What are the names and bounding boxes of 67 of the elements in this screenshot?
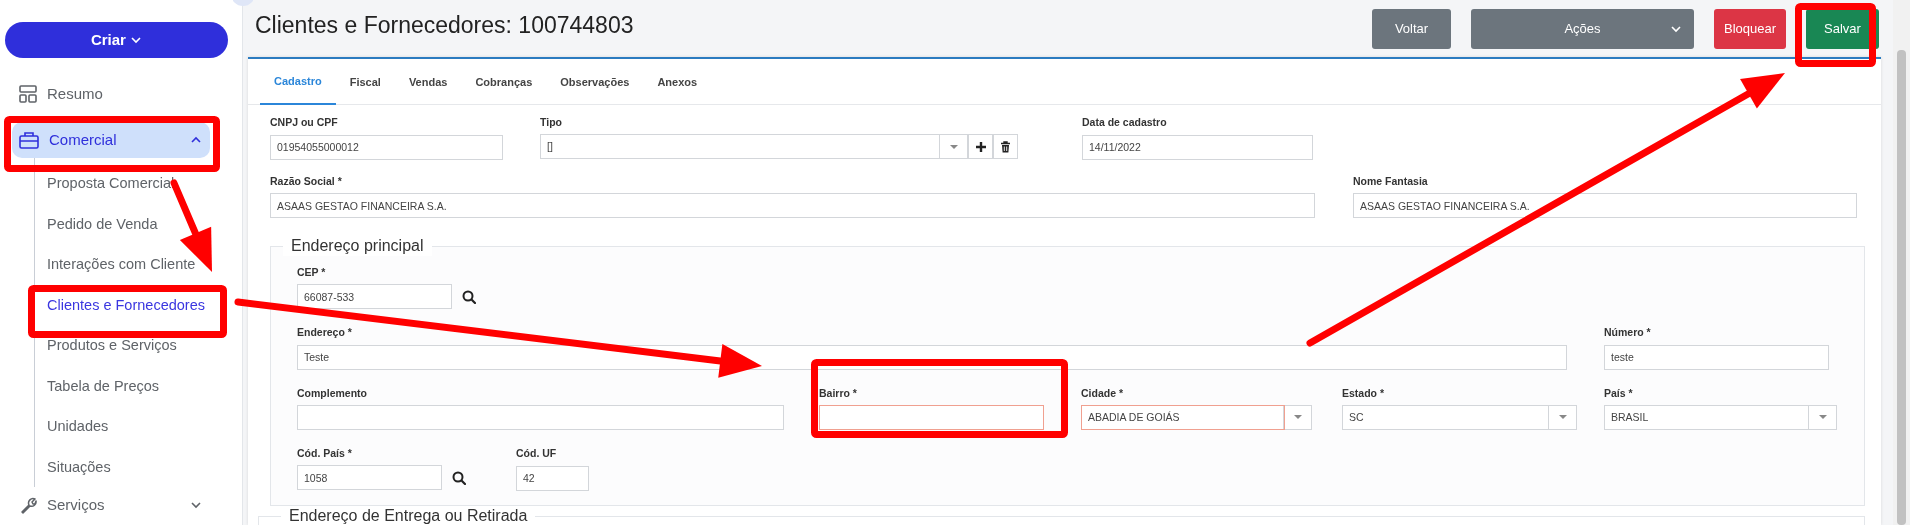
section-title: Endereço principal [283, 236, 432, 256]
field-label: Razão Social * [270, 173, 343, 188]
text-field[interactable]: 66087-533 [297, 284, 452, 309]
page-title: Clientes e Fornecedores: 100744803 [255, 11, 634, 40]
caret-icon [1292, 414, 1303, 420]
text-field[interactable]: ASAAS GESTAO FINANCEIRA S.A. [1353, 193, 1857, 218]
tab[interactable]: Cadastro [260, 59, 336, 105]
sidebar-subitem[interactable]: Situações [35, 446, 242, 487]
text-field[interactable]: 1058 [297, 465, 442, 490]
field-label: CEP * [297, 265, 327, 279]
add-button[interactable] [968, 134, 993, 159]
field-label: Cód. UF [516, 446, 558, 460]
sidebar-subitem[interactable]: Produtos e Serviços [35, 325, 242, 366]
tab[interactable]: Anexos [643, 59, 712, 105]
text-field[interactable] [297, 405, 784, 430]
plus-icon [974, 140, 987, 153]
button[interactable]: Voltar [1372, 8, 1451, 49]
select-field[interactable]: BRASIL [1604, 404, 1837, 430]
tab[interactable]: Observações [546, 59, 644, 105]
sidebar-item[interactable]: Resumo [12, 76, 210, 112]
sidebar-subitem[interactable]: Pedido de Venda [35, 203, 242, 244]
chevron-down-icon [190, 499, 202, 511]
sidebar-subitem[interactable]: Interações com Cliente [35, 244, 242, 285]
briefcase-icon [19, 131, 39, 149]
delete-button[interactable] [993, 134, 1018, 159]
field-label: Complemento [297, 385, 368, 400]
field-label: Nome Fantasia [1353, 173, 1429, 188]
sidebar-subitem[interactable]: Clientes e Fornecedores [35, 284, 242, 325]
field-label: Estado * [1342, 385, 1385, 400]
field-label: País * [1604, 385, 1634, 400]
text-field[interactable]: 42 [516, 465, 589, 491]
actions-dropdown[interactable]: Ações [1471, 8, 1694, 49]
layout-icon [19, 85, 37, 103]
select-field[interactable]: ABADIA DE GOIÁS [1081, 404, 1312, 430]
create-button[interactable]: Criar [5, 22, 228, 58]
field-label: Tipo [540, 115, 563, 129]
field-label: Bairro * [819, 385, 858, 400]
text-field[interactable]: Teste [297, 344, 1567, 370]
text-field[interactable]: teste [1604, 344, 1829, 370]
field-label: Endereço * [297, 325, 353, 339]
sidebar-item[interactable]: Serviços [12, 487, 210, 523]
text-field[interactable] [819, 405, 1044, 430]
tab[interactable]: Cobranças [461, 59, 547, 105]
sidebar-item[interactable]: Comercial [12, 122, 210, 158]
field-label: CNPJ ou CPF [270, 115, 339, 129]
select-field[interactable]: [] [540, 134, 968, 159]
field-label: Número * [1604, 325, 1652, 339]
wrench-icon [19, 496, 37, 514]
caret-icon [1557, 414, 1568, 420]
sidebar-subitem[interactable]: Unidades [35, 406, 242, 447]
tab[interactable]: Fiscal [335, 59, 395, 105]
text-field[interactable]: 01954055000012 [270, 134, 503, 160]
button[interactable]: Bloquear [1714, 8, 1786, 49]
caret-icon [1817, 414, 1828, 420]
search-icon[interactable] [462, 289, 476, 304]
tab[interactable]: Vendas [394, 59, 462, 105]
field-label: Data de cadastro [1082, 115, 1168, 129]
trash-icon [1000, 140, 1011, 153]
field-label: Cód. País * [297, 446, 353, 460]
caret-icon [948, 143, 959, 150]
field-label: Cidade * [1081, 385, 1124, 400]
select-field[interactable]: SC [1342, 404, 1577, 430]
text-field[interactable]: ASAAS GESTAO FINANCEIRA S.A. [270, 193, 1315, 218]
sidebar-subitem[interactable]: Tabela de Preços [35, 365, 242, 406]
search-icon[interactable] [452, 470, 466, 485]
scrollbar-thumb[interactable] [1897, 50, 1906, 525]
text-field[interactable]: 14/11/2022 [1082, 134, 1313, 160]
